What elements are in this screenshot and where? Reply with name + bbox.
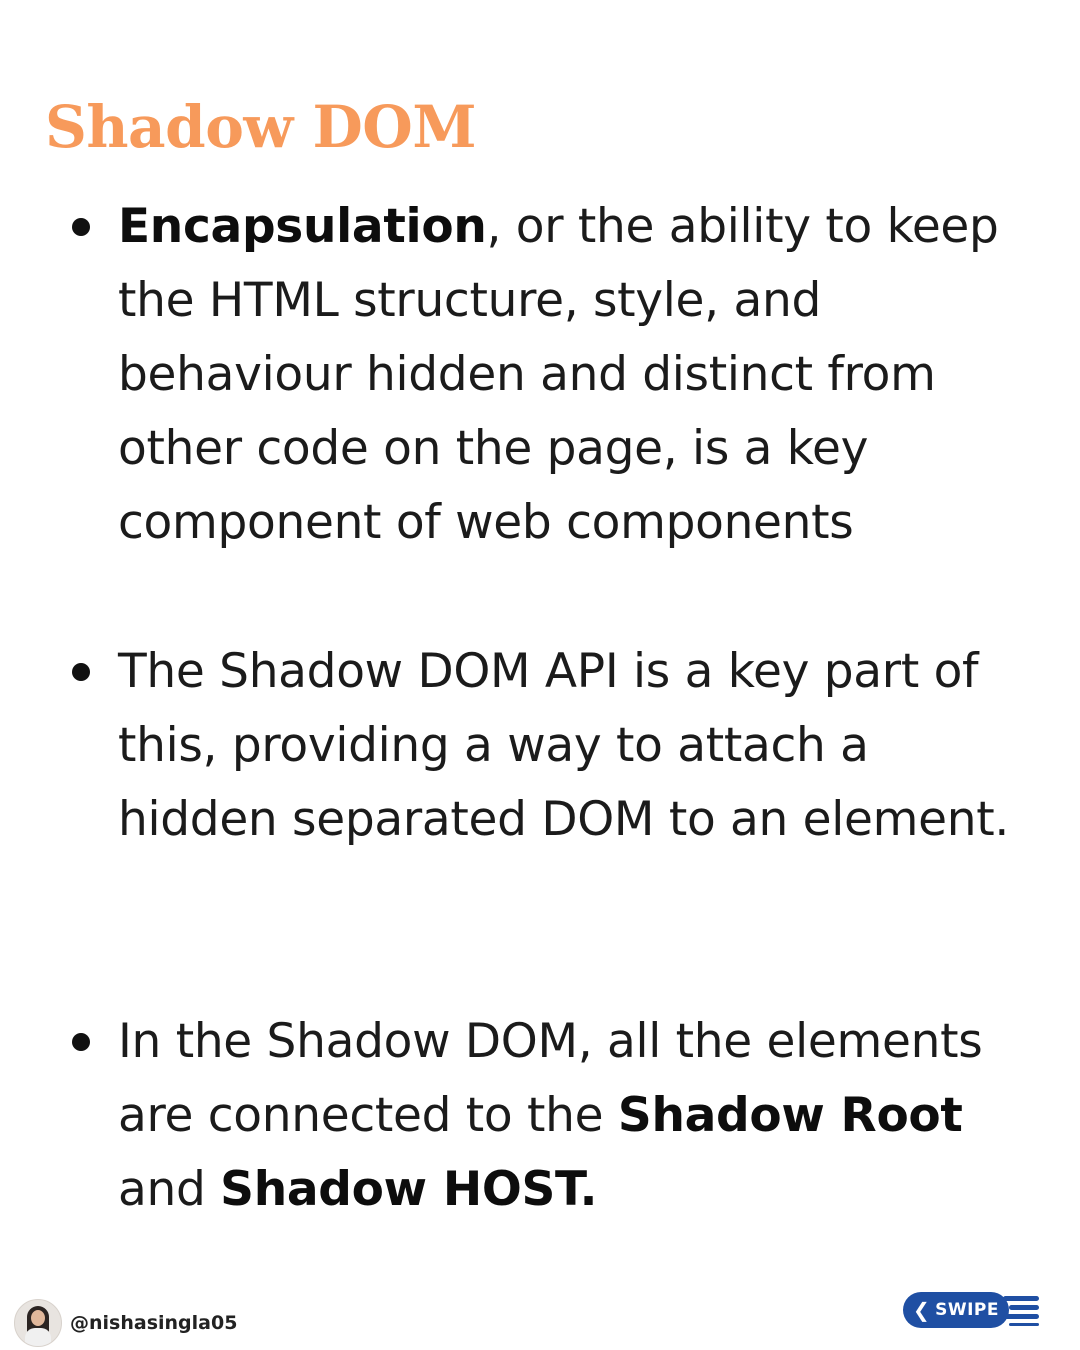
bullet-item-shadow-root: In the Shadow DOM, all the elements are …	[72, 1005, 1038, 1227]
swipe-button[interactable]: ❮ SWIPE	[903, 1288, 1043, 1332]
bullet-item-encapsulation: Encapsulation, or the ability to keep th…	[72, 190, 1038, 560]
swipe-pill[interactable]: ❮ SWIPE	[903, 1292, 1009, 1328]
bullet-dot-icon	[72, 663, 90, 681]
bullet-3-bold-shadow-root: Shadow Root	[617, 1088, 963, 1143]
menu-lines-icon	[999, 1296, 1043, 1326]
swipe-label: SWIPE	[935, 1300, 999, 1320]
bullet-dot-icon	[72, 218, 90, 236]
bullet-dot-icon	[72, 1033, 90, 1051]
author-profile[interactable]: @nishasingla05	[14, 1298, 237, 1348]
bullet-2-text: The Shadow DOM API is a key part of this…	[118, 644, 1010, 847]
chevron-left-icon: ❮	[913, 1298, 930, 1322]
bullet-1-bold-term: Encapsulation	[118, 199, 487, 254]
bullet-item-shadow-dom-api: The Shadow DOM API is a key part of this…	[72, 635, 1038, 857]
bullet-3-text-b: and	[118, 1162, 221, 1217]
page-title: Shadow DOM	[45, 93, 477, 161]
author-handle[interactable]: @nishasingla05	[70, 1312, 237, 1334]
avatar[interactable]	[14, 1299, 62, 1347]
bullet-3-bold-shadow-host: Shadow HOST.	[220, 1162, 598, 1217]
